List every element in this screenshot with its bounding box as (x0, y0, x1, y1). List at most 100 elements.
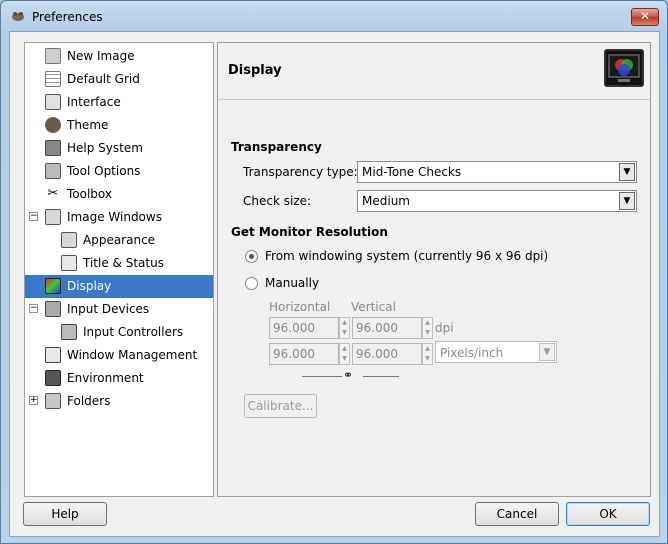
gimp-icon (12, 12, 24, 21)
tree-item-default-grid[interactable]: Default Grid (25, 68, 213, 91)
tree-item-toolbox[interactable]: ✂ Toolbox (25, 183, 213, 206)
tree-item-label: Display (67, 279, 112, 293)
tree-item-display[interactable]: Display (25, 275, 213, 298)
environment-icon (45, 370, 61, 386)
folders-icon (45, 393, 61, 409)
tree-item-label: Toolbox (67, 187, 112, 201)
ok-button[interactable]: OK (566, 502, 650, 526)
close-button[interactable]: ✕ (631, 8, 659, 26)
tree-item-input-devices[interactable]: − Input Devices (25, 298, 213, 321)
tree-item-interface[interactable]: Interface (25, 91, 213, 114)
tree-item-label: Theme (67, 118, 109, 132)
theme-icon (45, 117, 61, 133)
image-windows-icon (45, 209, 61, 225)
chain-line-left (302, 376, 342, 378)
preferences-window: Preferences ✕ New Image Default Grid Int… (0, 0, 668, 544)
horizontal-dpi-value: 96.000 (273, 321, 315, 335)
help-button[interactable]: Help (23, 502, 107, 526)
tree-item-label: Folders (67, 394, 111, 408)
window-title: Preferences (32, 10, 103, 24)
tree-item-label: Default Grid (67, 72, 140, 86)
tree-item-title-status[interactable]: Title & Status (25, 252, 213, 275)
spin-arrows-icon[interactable]: ▲ ▼ (339, 317, 350, 339)
tree-item-help-system[interactable]: Help System (25, 137, 213, 160)
collapse-icon[interactable]: − (29, 304, 38, 313)
chain-link-icon[interactable]: ⚭ (343, 368, 353, 382)
tree-item-theme[interactable]: Theme (25, 114, 213, 137)
tree-item-label: Title & Status (83, 256, 164, 270)
vertical-dpi-input-2[interactable]: 96.000 ▲ ▼ (352, 343, 433, 365)
tree-item-environment[interactable]: Environment (25, 367, 213, 390)
check-size-value: Medium (362, 194, 410, 208)
from-windowing-system-radio[interactable] (245, 250, 258, 263)
dialog-body: New Image Default Grid Interface Theme H… (9, 31, 660, 537)
display-icon (45, 278, 61, 294)
tree-item-label: Input Devices (67, 302, 150, 316)
cancel-button[interactable]: Cancel (475, 502, 559, 526)
display-settings-panel: Display Transparency Transparency type: … (217, 42, 651, 497)
tree-item-label: Window Management (67, 348, 198, 362)
dropdown-arrow-icon: ▼ (619, 192, 635, 210)
horizontal-dpi-input-2[interactable]: 96.000 ▲ ▼ (269, 343, 350, 365)
tree-item-label: Appearance (83, 233, 156, 247)
tree-item-label: New Image (67, 49, 135, 63)
horizontal-dpi-value: 96.000 (273, 347, 315, 361)
transparency-heading: Transparency (231, 140, 322, 154)
unit-value: Pixels/inch (440, 346, 504, 360)
grid-icon (45, 71, 61, 87)
tree-item-label: Input Controllers (83, 325, 184, 339)
new-image-icon (45, 48, 61, 64)
check-size-label: Check size: (243, 194, 312, 208)
vertical-dpi-input[interactable]: 96.000 ▲ ▼ (352, 317, 433, 339)
tool-options-icon (45, 163, 61, 179)
window-management-icon (45, 347, 61, 363)
vertical-dpi-value: 96.000 (356, 347, 398, 361)
transparency-type-value: Mid-Tone Checks (362, 165, 462, 179)
category-tree[interactable]: New Image Default Grid Interface Theme H… (24, 42, 214, 497)
input-controllers-icon (61, 324, 77, 340)
interface-icon (45, 94, 61, 110)
toolbox-icon: ✂ (47, 186, 59, 201)
input-devices-icon (45, 301, 61, 317)
unit-select[interactable]: Pixels/inch ▼ (435, 341, 557, 363)
title-status-icon (61, 255, 77, 271)
tree-item-label: Environment (67, 371, 144, 385)
monitor-icon (604, 49, 644, 87)
chain-line-right (363, 376, 399, 378)
manually-radio[interactable] (245, 277, 258, 290)
tree-item-label: Help System (67, 141, 143, 155)
tree-item-label: Image Windows (67, 210, 162, 224)
transparency-type-label: Transparency type: (243, 165, 358, 179)
tree-item-tool-options[interactable]: Tool Options (25, 160, 213, 183)
expand-icon[interactable]: + (29, 396, 38, 405)
dpi-unit-label: dpi (435, 321, 454, 335)
dropdown-arrow-icon: ▼ (539, 343, 555, 361)
tree-item-image-windows[interactable]: − Image Windows (25, 206, 213, 229)
from-windowing-system-label[interactable]: From windowing system (currently 96 x 96… (265, 249, 548, 263)
tree-item-new-image[interactable]: New Image (25, 45, 213, 68)
monitor-resolution-heading: Get Monitor Resolution (231, 225, 388, 239)
help-icon (45, 140, 61, 156)
horizontal-label: Horizontal (269, 300, 331, 314)
manually-label[interactable]: Manually (265, 276, 319, 290)
tree-item-label: Interface (67, 95, 121, 109)
dropdown-arrow-icon: ▼ (619, 163, 635, 181)
appearance-icon (61, 232, 77, 248)
tree-item-label: Tool Options (67, 164, 141, 178)
page-title: Display (228, 63, 282, 78)
spin-arrows-icon[interactable]: ▲ ▼ (339, 343, 350, 365)
spin-arrows-icon[interactable]: ▲ ▼ (422, 317, 433, 339)
tree-item-appearance[interactable]: Appearance (25, 229, 213, 252)
tree-item-folders[interactable]: + Folders (25, 390, 213, 413)
spin-arrows-icon[interactable]: ▲ ▼ (422, 343, 433, 365)
calibrate-button[interactable]: Calibrate... (244, 394, 317, 418)
vertical-label: Vertical (351, 300, 396, 314)
collapse-icon[interactable]: − (29, 212, 38, 221)
tree-item-input-controllers[interactable]: Input Controllers (25, 321, 213, 344)
horizontal-dpi-input[interactable]: 96.000 ▲ ▼ (269, 317, 350, 339)
title-bar[interactable]: Preferences ✕ (1, 1, 667, 31)
check-size-select[interactable]: Medium ▼ (357, 190, 637, 212)
transparency-type-select[interactable]: Mid-Tone Checks ▼ (357, 161, 637, 183)
panel-header: Display (218, 43, 650, 100)
tree-item-window-management[interactable]: Window Management (25, 344, 213, 367)
